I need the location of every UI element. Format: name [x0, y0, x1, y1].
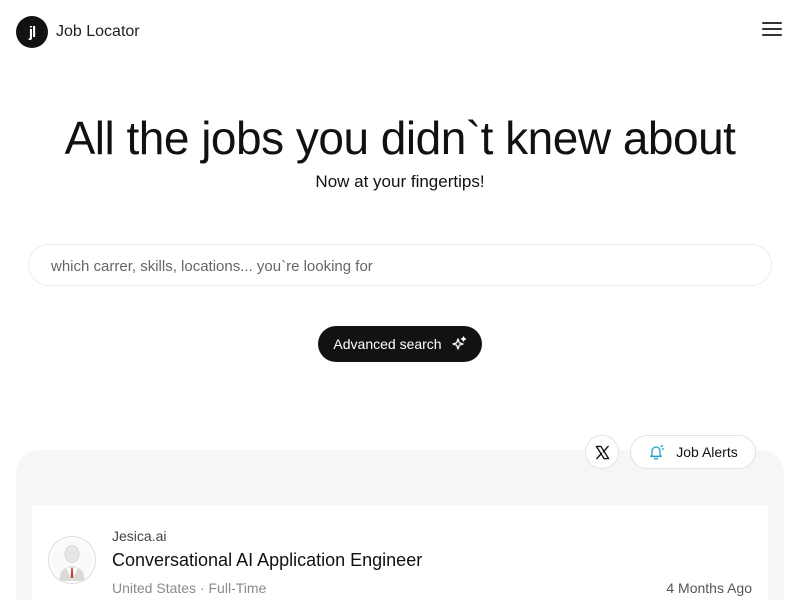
brand-name[interactable]: Job Locator — [56, 23, 140, 41]
logo-text: jl — [28, 23, 36, 41]
advanced-search-label: Advanced search — [333, 336, 442, 352]
company-avatar-icon — [48, 536, 96, 584]
job-card[interactable]: Jesica.ai Conversational AI Application … — [32, 505, 768, 600]
logo[interactable]: jl — [16, 16, 48, 48]
hamburger-icon[interactable] — [762, 22, 782, 40]
job-alerts-button[interactable]: Job Alerts — [630, 435, 756, 469]
job-posted-age: 4 Months Ago — [666, 580, 752, 596]
advanced-search-button[interactable]: Advanced search — [318, 326, 482, 362]
search-bar — [28, 244, 772, 287]
sparkle-icon — [451, 336, 467, 352]
hero-title: All the jobs you didn`t knew about — [64, 112, 736, 164]
job-location-type: United States · Full-Time — [112, 580, 267, 596]
job-alerts-label: Job Alerts — [676, 444, 738, 460]
job-company: Jesica.ai — [112, 528, 167, 544]
search-input[interactable] — [49, 245, 753, 287]
hero-subtitle: Now at your fingertips! — [315, 172, 485, 191]
job-title[interactable]: Conversational AI Application Engineer — [112, 550, 422, 571]
x-logo-icon — [595, 445, 610, 460]
page: jl Job Locator All the jobs you didn`t k… — [0, 0, 800, 600]
header: jl Job Locator — [0, 0, 800, 64]
bell-icon — [648, 444, 665, 460]
x-share-button[interactable] — [585, 435, 619, 469]
